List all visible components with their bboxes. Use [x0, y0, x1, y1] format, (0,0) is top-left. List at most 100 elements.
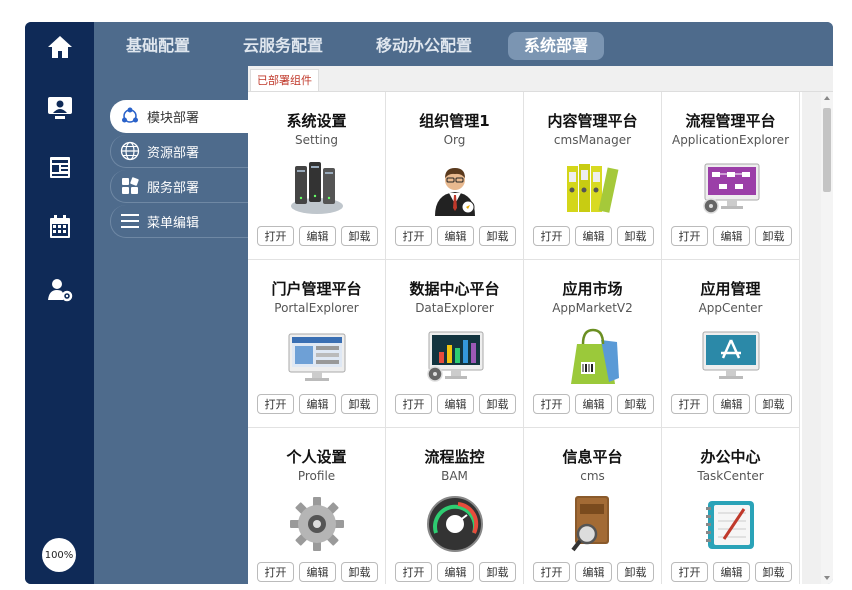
scroll-down-icon[interactable]	[824, 576, 830, 580]
component-card: 流程管理平台 ApplicationExplorer 打开 编辑 卸载	[662, 92, 800, 260]
uninstall-button[interactable]: 卸载	[341, 394, 378, 414]
servers-icon	[282, 158, 352, 218]
submenu-item-resource-deploy[interactable]: 资源部署	[110, 135, 249, 168]
component-card: 应用市场 AppMarketV2 打开 编辑 卸载	[524, 260, 662, 428]
edit-button[interactable]: 编辑	[437, 394, 474, 414]
newspaper-icon	[49, 157, 70, 178]
uninstall-button[interactable]: 卸载	[755, 226, 792, 246]
gauge-icon	[420, 494, 490, 554]
card-subtitle: Org	[443, 133, 466, 147]
book-magnifier-icon	[558, 494, 628, 554]
tab-mobile-office-config[interactable]: 移动办公配置	[360, 32, 488, 60]
uninstall-button[interactable]: 卸载	[341, 226, 378, 246]
component-card: 内容管理平台 cmsManager 打开 编辑 卸载	[524, 92, 662, 260]
open-button[interactable]: 打开	[395, 394, 432, 414]
vertical-scrollbar[interactable]	[821, 92, 833, 584]
card-subtitle: BAM	[441, 469, 468, 483]
card-title: 个人设置	[286, 448, 347, 466]
portal-monitor-icon	[282, 326, 352, 386]
uninstall-button[interactable]: 卸载	[479, 562, 516, 582]
card-title: 办公中心	[700, 448, 761, 466]
uninstall-button[interactable]: 卸载	[617, 394, 654, 414]
submenu-item-menu-edit[interactable]: 菜单编辑	[110, 205, 249, 238]
edit-button[interactable]: 编辑	[713, 562, 750, 582]
nav-monitor-user[interactable]	[25, 88, 94, 128]
uninstall-button[interactable]: 卸载	[479, 394, 516, 414]
edit-button[interactable]: 编辑	[575, 226, 612, 246]
component-grid: 系统设置 Setting 打开 编辑 卸载 组织管理1 Org 打开 编辑 卸载 内容管…	[248, 92, 802, 584]
open-button[interactable]: 打开	[395, 226, 432, 246]
component-card: 办公中心 TaskCenter 打开 编辑 卸载	[662, 428, 800, 584]
card-title: 流程管理平台	[685, 112, 776, 130]
card-subtitle: AppMarketV2	[552, 301, 633, 315]
open-button[interactable]: 打开	[533, 394, 570, 414]
scroll-thumb[interactable]	[823, 108, 831, 192]
component-card: 流程监控 BAM 打开 编辑 卸载	[386, 428, 524, 584]
open-button[interactable]: 打开	[257, 394, 294, 414]
card-title: 应用管理	[700, 280, 761, 298]
edit-button[interactable]: 编辑	[575, 394, 612, 414]
card-subtitle: cmsManager	[553, 133, 632, 147]
uninstall-button[interactable]: 卸载	[479, 226, 516, 246]
open-button[interactable]: 打开	[671, 562, 708, 582]
flow-monitor-icon	[696, 158, 766, 218]
uninstall-button[interactable]: 卸载	[617, 226, 654, 246]
component-card: 信息平台 cms 打开 编辑 卸载	[524, 428, 662, 584]
binders-icon	[558, 158, 628, 218]
tiles-icon	[119, 175, 141, 197]
nav-home[interactable]	[25, 27, 94, 67]
open-button[interactable]: 打开	[671, 394, 708, 414]
notebook-icon	[696, 494, 766, 554]
card-subtitle: Setting	[295, 133, 338, 147]
tab-system-deploy[interactable]: 系统部署	[508, 32, 605, 60]
app-frame: 100% 基础配置 云服务配置 移动办公配置 系统部署 模块部署 资源部署 服务…	[25, 22, 833, 584]
open-button[interactable]: 打开	[395, 562, 432, 582]
content-area: 已部署组件 系统设置 Setting 打开 编辑 卸载 组织管理1 Org 打开 编辑…	[248, 66, 833, 584]
component-card: 应用管理 AppCenter 打开 编辑 卸载	[662, 260, 800, 428]
uninstall-button[interactable]: 卸载	[755, 562, 792, 582]
zoom-level[interactable]: 100%	[42, 538, 76, 572]
edit-button[interactable]: 编辑	[437, 562, 474, 582]
monitor-user-icon	[47, 97, 72, 119]
tab-basic-config[interactable]: 基础配置	[110, 32, 206, 60]
card-title: 应用市场	[562, 280, 623, 298]
edit-button[interactable]: 编辑	[713, 226, 750, 246]
nav-news[interactable]	[25, 147, 94, 187]
gear-icon	[282, 494, 352, 554]
edit-button[interactable]: 编辑	[299, 226, 336, 246]
open-button[interactable]: 打开	[533, 562, 570, 582]
card-title: 信息平台	[562, 448, 623, 466]
submenu-item-module-deploy[interactable]: 模块部署	[110, 100, 249, 133]
edit-button[interactable]: 编辑	[299, 562, 336, 582]
submenu-label: 菜单编辑	[147, 215, 200, 231]
edit-button[interactable]: 编辑	[299, 394, 336, 414]
uninstall-button[interactable]: 卸载	[341, 562, 378, 582]
open-button[interactable]: 打开	[257, 226, 294, 246]
left-nav: 100%	[25, 22, 94, 584]
nav-calendar[interactable]	[25, 207, 94, 247]
nav-user-settings[interactable]	[25, 270, 94, 310]
submenu-label: 资源部署	[147, 145, 200, 161]
appstore-monitor-icon	[696, 326, 766, 386]
open-button[interactable]: 打开	[533, 226, 570, 246]
open-button[interactable]: 打开	[257, 562, 294, 582]
user-gear-icon	[47, 279, 72, 302]
edit-button[interactable]: 编辑	[575, 562, 612, 582]
uninstall-button[interactable]: 卸载	[617, 562, 654, 582]
edit-button[interactable]: 编辑	[713, 394, 750, 414]
uninstall-button[interactable]: 卸载	[755, 394, 792, 414]
submenu-item-service-deploy[interactable]: 服务部署	[110, 170, 249, 203]
edit-button[interactable]: 编辑	[437, 226, 474, 246]
submenu: 模块部署 资源部署 服务部署 菜单编辑	[94, 66, 249, 584]
card-title: 门户管理平台	[271, 280, 362, 298]
open-button[interactable]: 打开	[671, 226, 708, 246]
shopping-bag-icon	[558, 326, 628, 386]
home-icon	[47, 36, 72, 58]
card-title: 流程监控	[424, 448, 485, 466]
scroll-up-icon[interactable]	[824, 96, 830, 100]
tab-deployed-components[interactable]: 已部署组件	[250, 69, 319, 91]
tab-cloud-service-config[interactable]: 云服务配置	[227, 32, 339, 60]
card-subtitle: AppCenter	[698, 301, 763, 315]
submenu-label: 服务部署	[147, 180, 200, 196]
card-title: 数据中心平台	[409, 280, 500, 298]
